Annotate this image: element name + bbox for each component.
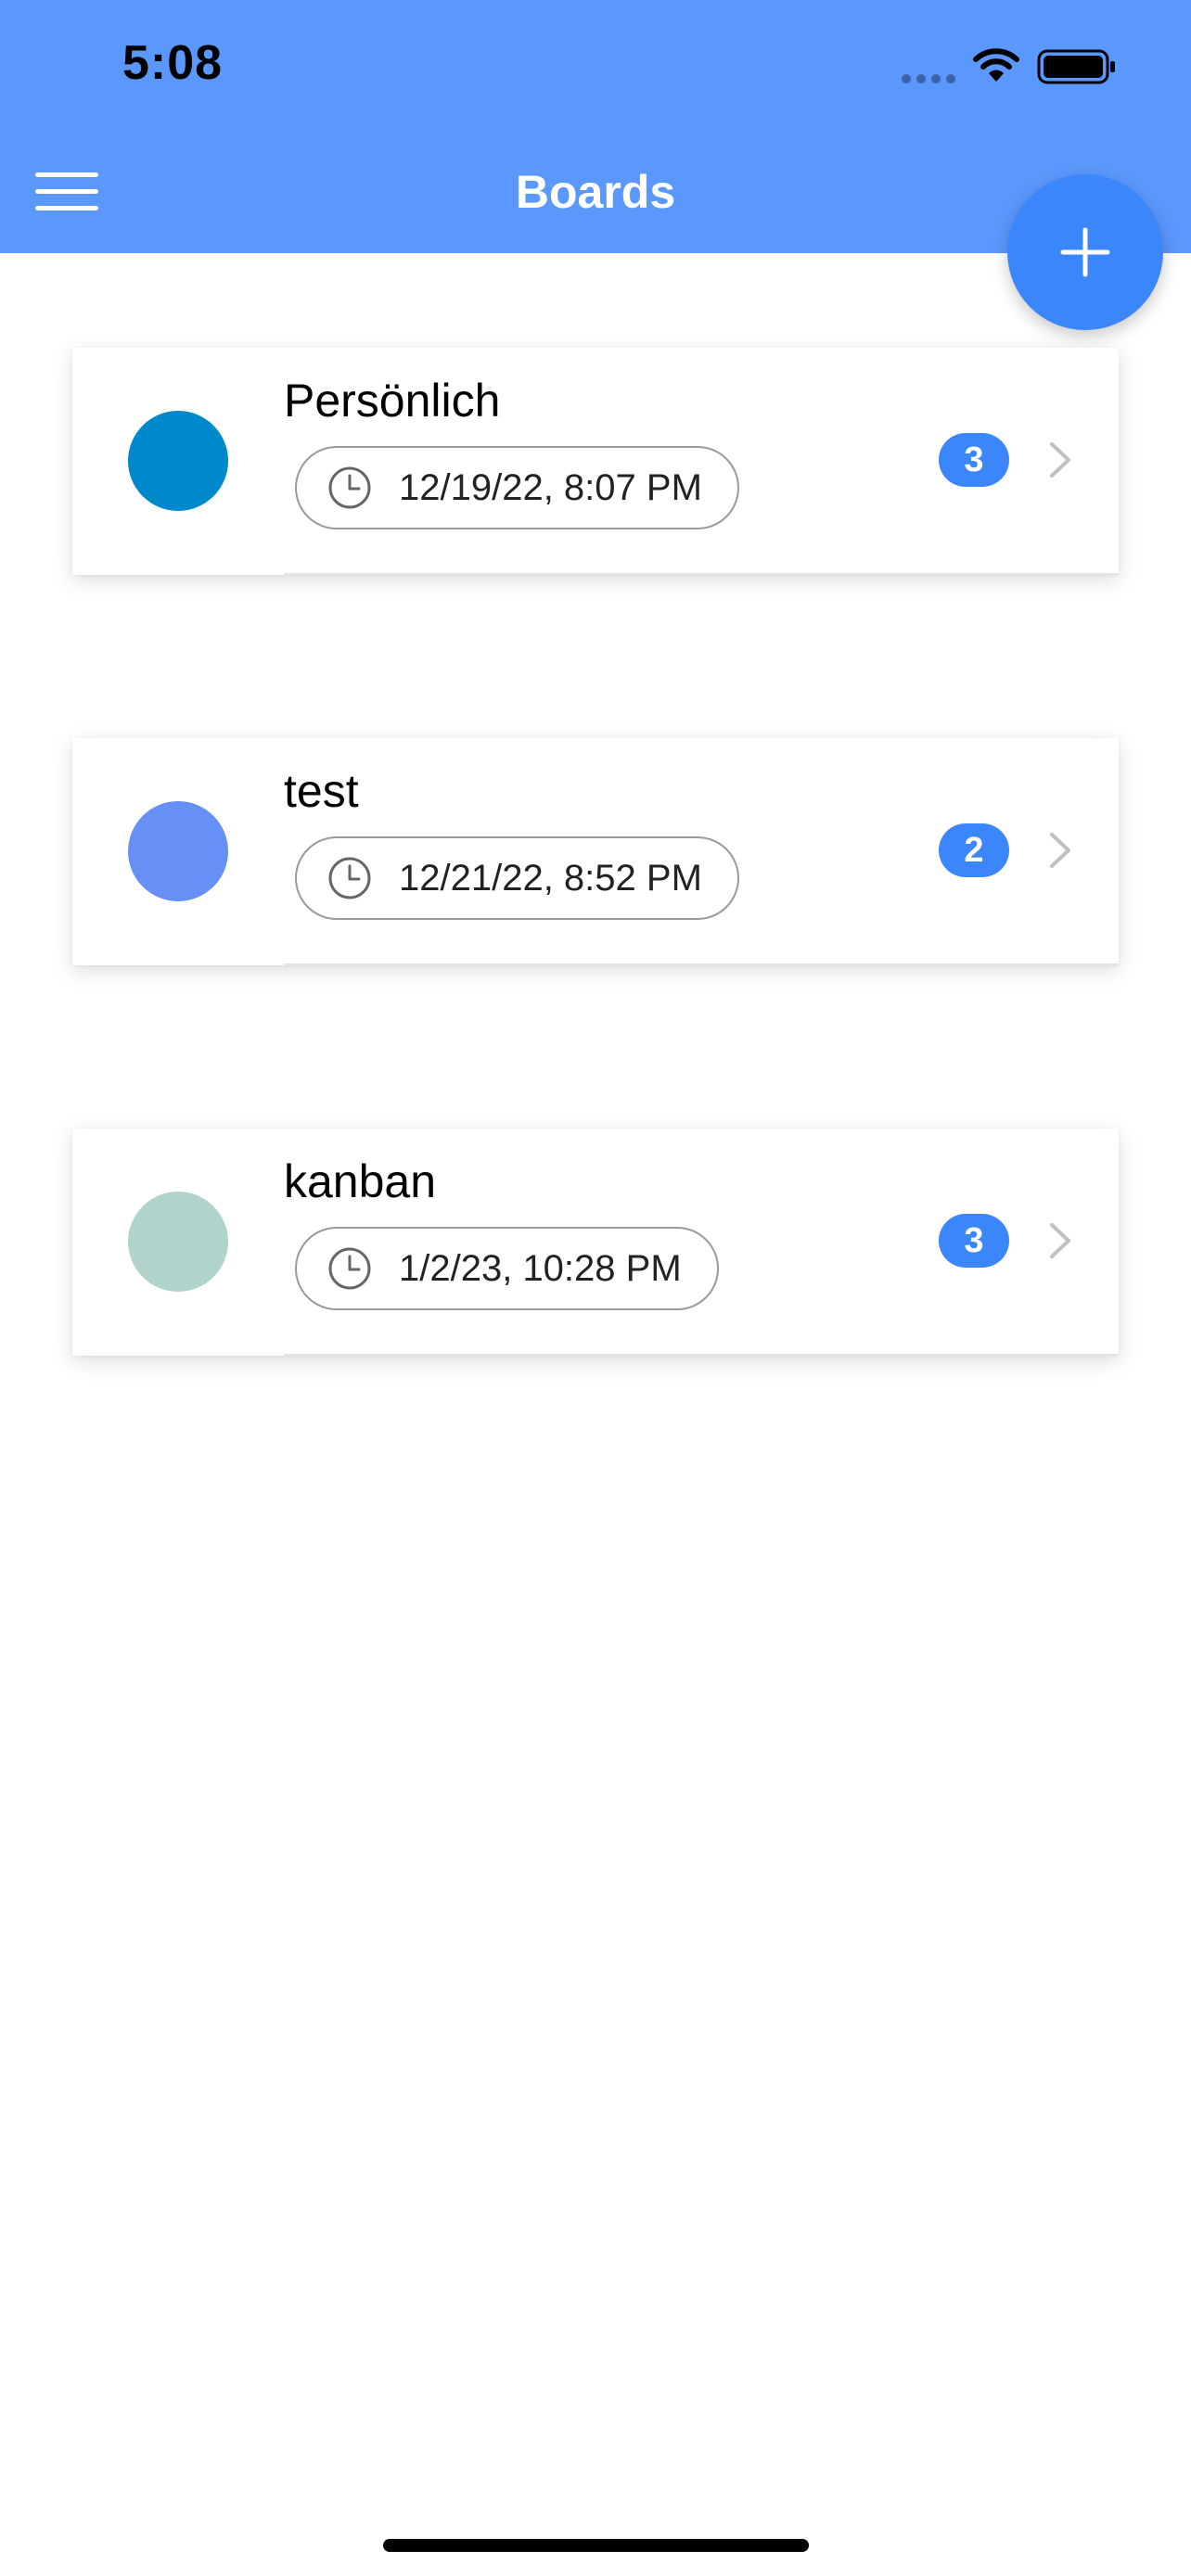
- board-color-dot: [128, 1192, 228, 1292]
- board-card[interactable]: test 12/21/22, 8:52 PM 2: [72, 738, 1119, 965]
- board-color-dot: [128, 801, 228, 901]
- chevron-right-icon: [1050, 1223, 1070, 1258]
- board-name: kanban: [284, 1155, 437, 1207]
- board-date: 12/21/22, 8:52 PM: [399, 857, 702, 899]
- card-count-badge: 2: [939, 823, 1009, 877]
- board-card[interactable]: Persönlich 12/19/22, 8:07 PM 3: [72, 348, 1119, 575]
- cellular-signal-icon: [902, 74, 955, 83]
- board-date-chip: 12/19/22, 8:07 PM: [295, 446, 739, 529]
- clock-icon: [328, 466, 371, 509]
- status-bar-time: 5:08: [122, 36, 224, 90]
- card-divider: [284, 573, 1119, 575]
- card-divider: [284, 1354, 1119, 1356]
- board-date-chip: 1/2/23, 10:28 PM: [295, 1227, 719, 1310]
- board-name: Persönlich: [284, 375, 501, 427]
- plus-icon: [1060, 227, 1110, 277]
- card-count-badge: 3: [939, 433, 1009, 487]
- board-date: 12/19/22, 8:07 PM: [399, 466, 702, 508]
- wifi-icon: [973, 48, 1019, 82]
- clock-icon: [328, 857, 371, 899]
- home-indicator[interactable]: [383, 2539, 809, 2552]
- board-date: 1/2/23, 10:28 PM: [399, 1247, 682, 1289]
- card-divider: [284, 963, 1119, 965]
- add-board-button[interactable]: [1007, 174, 1163, 330]
- chevron-right-icon: [1050, 442, 1070, 478]
- board-color-dot: [128, 411, 228, 511]
- clock-icon: [328, 1247, 371, 1290]
- board-date-chip: 12/21/22, 8:52 PM: [295, 836, 739, 920]
- board-card[interactable]: kanban 1/2/23, 10:28 PM 3: [72, 1129, 1119, 1356]
- page-title: Boards: [515, 166, 676, 218]
- battery-icon: [1037, 49, 1115, 84]
- chevron-right-icon: [1050, 833, 1070, 868]
- app-header: 5:08 Boards: [0, 0, 1191, 253]
- board-name: test: [284, 765, 359, 817]
- card-count-badge: 3: [939, 1214, 1009, 1268]
